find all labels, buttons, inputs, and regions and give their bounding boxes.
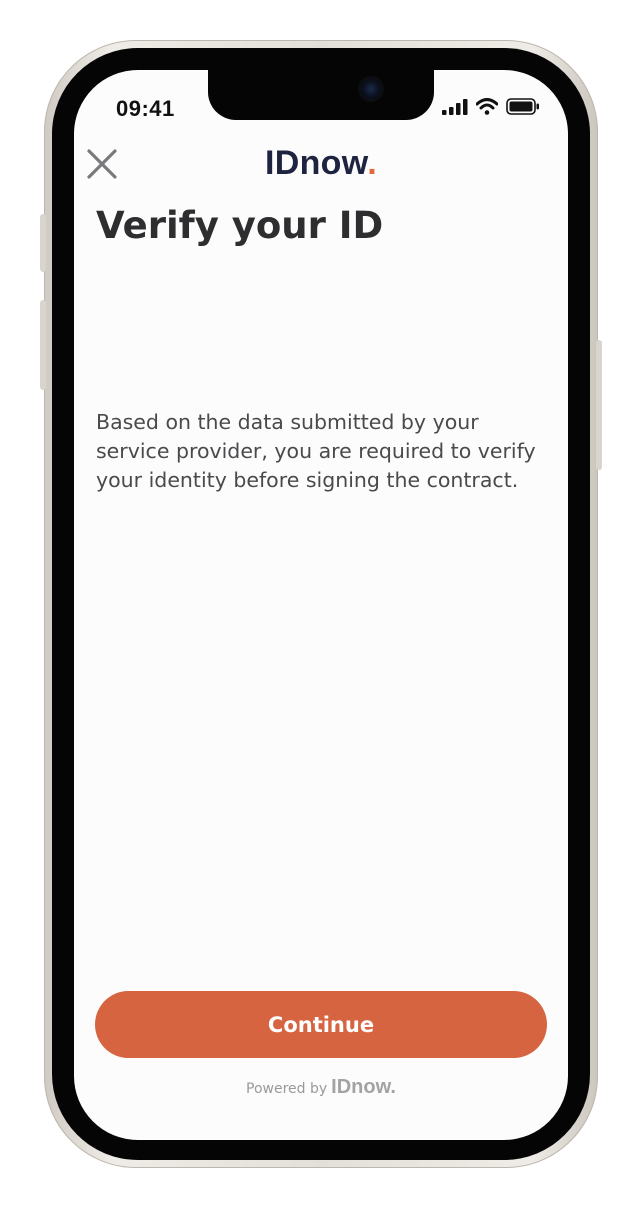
brand-name: IDnow (265, 144, 368, 182)
powered-by: Powered by IDnow. (74, 1076, 568, 1099)
verification-description: Based on the data submitted by your serv… (96, 410, 536, 492)
notch (208, 70, 434, 120)
status-icons (442, 98, 540, 119)
footer-logo: IDnow. (331, 1076, 396, 1098)
wifi-icon (475, 98, 499, 119)
brand-dot: . (367, 144, 377, 182)
continue-button[interactable]: Continue (95, 991, 547, 1058)
powered-by-label: Powered by (246, 1081, 328, 1097)
status-time: 09:41 (116, 96, 175, 121)
side-button-left-top (40, 214, 46, 272)
app-screen: 09:41 IDnow. Verify your ID Based on the… (74, 70, 568, 1140)
page-title: Verify your ID (96, 204, 384, 247)
side-button-right (596, 340, 602, 470)
footer-logo-dot: . (390, 1076, 396, 1098)
front-camera (358, 76, 384, 102)
brand-logo: IDnow. (74, 144, 568, 183)
device-mockup: 09:41 IDnow. Verify your ID Based on the… (0, 0, 640, 1208)
battery-icon (506, 98, 540, 119)
signal-icon (442, 99, 468, 119)
footer-logo-name: IDnow (331, 1076, 391, 1098)
side-button-left-bottom (40, 300, 46, 390)
